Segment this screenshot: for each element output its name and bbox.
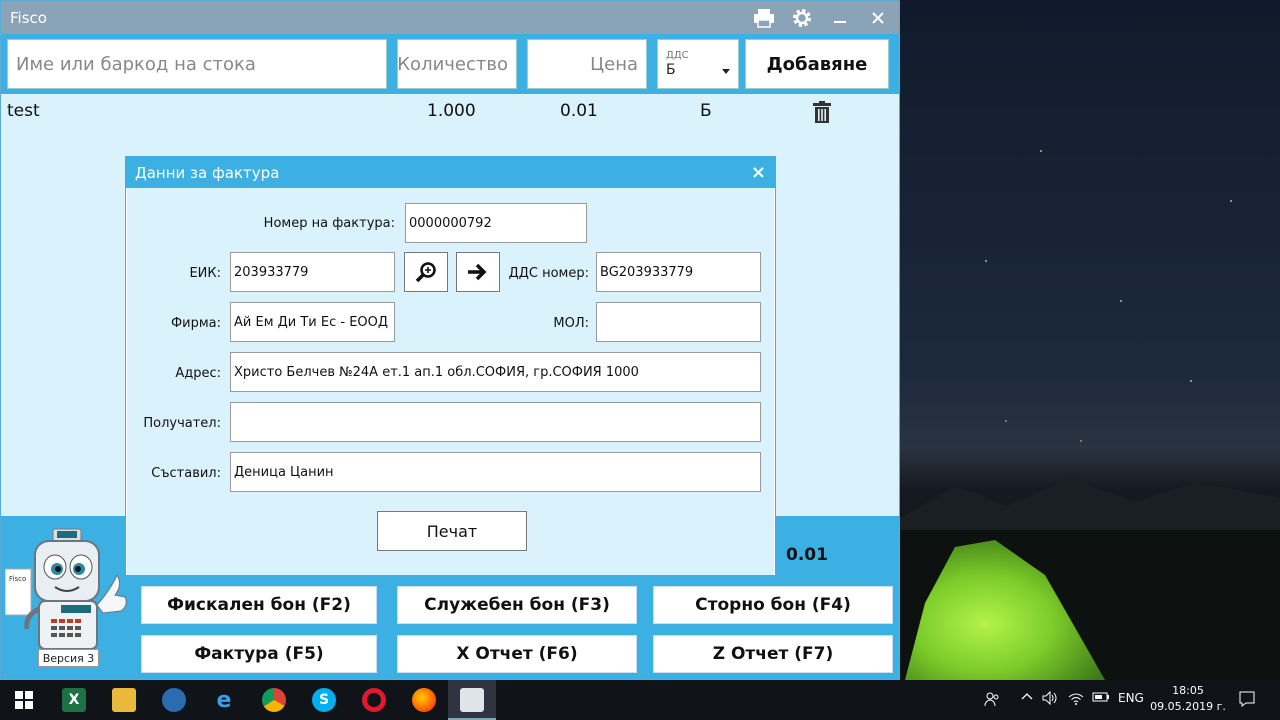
total-amount: 0.01 — [786, 545, 828, 565]
battery-icon[interactable] — [1092, 691, 1110, 706]
mol-field[interactable] — [596, 302, 761, 342]
dialog-title: Данни за фактура — [135, 163, 280, 182]
gear-icon[interactable] — [790, 6, 814, 30]
vat-select[interactable]: ДДС Б — [657, 39, 739, 89]
address-label: Адрес: — [175, 366, 221, 381]
trash-icon[interactable] — [813, 101, 831, 123]
invoice-button[interactable]: Фактура (F5) — [141, 635, 377, 673]
mol-label: МОЛ: — [553, 316, 589, 331]
minimize-icon[interactable] — [828, 6, 852, 30]
fisco-window: Fisco Име или баркод на стока Количество… — [0, 0, 900, 680]
eik-field[interactable]: 203933779 — [230, 252, 395, 292]
clock-time: 18:05 — [1172, 684, 1204, 697]
skype-icon[interactable]: S — [312, 688, 336, 712]
wifi-icon[interactable] — [1068, 691, 1084, 708]
item-price: 0.01 — [560, 101, 598, 121]
dialog-header: Данни за фактура × — [126, 157, 775, 188]
print-button[interactable]: Печат — [377, 511, 527, 551]
vat-select-label: ДДС — [666, 50, 689, 61]
quantity-input[interactable]: Количество — [397, 39, 517, 89]
dropdown-arrow-icon — [722, 62, 730, 78]
windows-start-icon[interactable] — [12, 688, 36, 712]
close-icon[interactable] — [866, 6, 890, 30]
vat-number-field[interactable]: BG203933779 — [596, 252, 761, 292]
search-icon[interactable] — [404, 252, 448, 292]
table-row[interactable]: test 1.000 0.01 Б — [1, 98, 899, 128]
company-label: Фирма: — [170, 316, 221, 331]
firefox-icon[interactable] — [412, 688, 436, 712]
language-indicator[interactable]: ENG — [1118, 691, 1144, 705]
version-label: Версия 3 — [38, 649, 99, 667]
address-field[interactable]: Христо Белчев №24А ет.1 ап.1 обл.СОФИЯ, … — [230, 352, 761, 392]
email-client-icon[interactable] — [162, 688, 186, 712]
opera-icon[interactable] — [362, 688, 386, 712]
internet-explorer-icon[interactable]: e — [212, 688, 236, 713]
title-bar: Fisco — [1, 1, 899, 34]
item-quantity: 1.000 — [427, 101, 476, 121]
z-report-button[interactable]: Z Отчет (F7) — [653, 635, 893, 673]
chrome-icon[interactable] — [262, 688, 286, 712]
recipient-label: Получател: — [143, 416, 221, 431]
clock[interactable]: 18:05 09.05.2019 г. — [1150, 683, 1226, 715]
company-field[interactable]: Ай Ем Ди Ти Ес - ЕООД — [230, 302, 395, 342]
price-input[interactable]: Цена — [527, 39, 647, 89]
invoice-number-field[interactable]: 0000000792 — [405, 203, 587, 243]
x-report-button[interactable]: X Отчет (F6) — [397, 635, 637, 673]
storno-receipt-button[interactable]: Сторно бон (F4) — [653, 586, 893, 624]
fiscal-receipt-button[interactable]: Фискален бон (F2) — [141, 586, 377, 624]
svg-text:Fisco: Fisco — [9, 575, 26, 583]
eik-label: ЕИК: — [189, 266, 221, 281]
service-receipt-button[interactable]: Служебен бон (F3) — [397, 586, 637, 624]
fisco-taskbar-icon[interactable] — [460, 688, 484, 712]
invoice-dialog: Данни за фактура × Номер на фактура: 000… — [125, 156, 776, 576]
recipient-field[interactable] — [230, 402, 761, 442]
item-entry-bar: Име или баркод на стока Количество Цена … — [1, 34, 899, 94]
product-name-input[interactable]: Име или баркод на стока — [7, 39, 387, 89]
item-vat: Б — [700, 101, 712, 121]
dialog-close-icon[interactable]: × — [751, 162, 766, 183]
fisco-mascot-icon: Fisco — [5, 528, 127, 662]
author-field[interactable]: Деница Цанин — [230, 452, 761, 492]
arrow-right-icon[interactable] — [456, 252, 500, 292]
invoice-number-label: Номер на фактура: — [263, 216, 395, 231]
add-button[interactable]: Добавяне — [745, 39, 889, 89]
clock-date: 09.05.2019 г. — [1150, 700, 1226, 713]
printer-icon[interactable] — [752, 6, 776, 30]
file-explorer-icon[interactable] — [112, 688, 136, 712]
chevron-up-icon[interactable] — [1021, 691, 1033, 706]
author-label: Съставил: — [151, 466, 221, 481]
volume-icon[interactable] — [1042, 690, 1058, 708]
people-icon[interactable] — [984, 691, 1000, 710]
taskbar: X e S ENG 18:05 09.05.2019 г. — [0, 680, 1280, 720]
item-name: test — [7, 101, 40, 121]
vat-select-value: Б — [666, 62, 676, 78]
notifications-icon[interactable] — [1238, 690, 1256, 711]
vat-number-label: ДДС номер: — [508, 266, 589, 281]
dialog-body: Номер на фактура: 0000000792 ЕИК: 203933… — [127, 188, 774, 575]
window-title: Fisco — [10, 8, 47, 27]
excel-icon[interactable]: X — [62, 688, 86, 712]
